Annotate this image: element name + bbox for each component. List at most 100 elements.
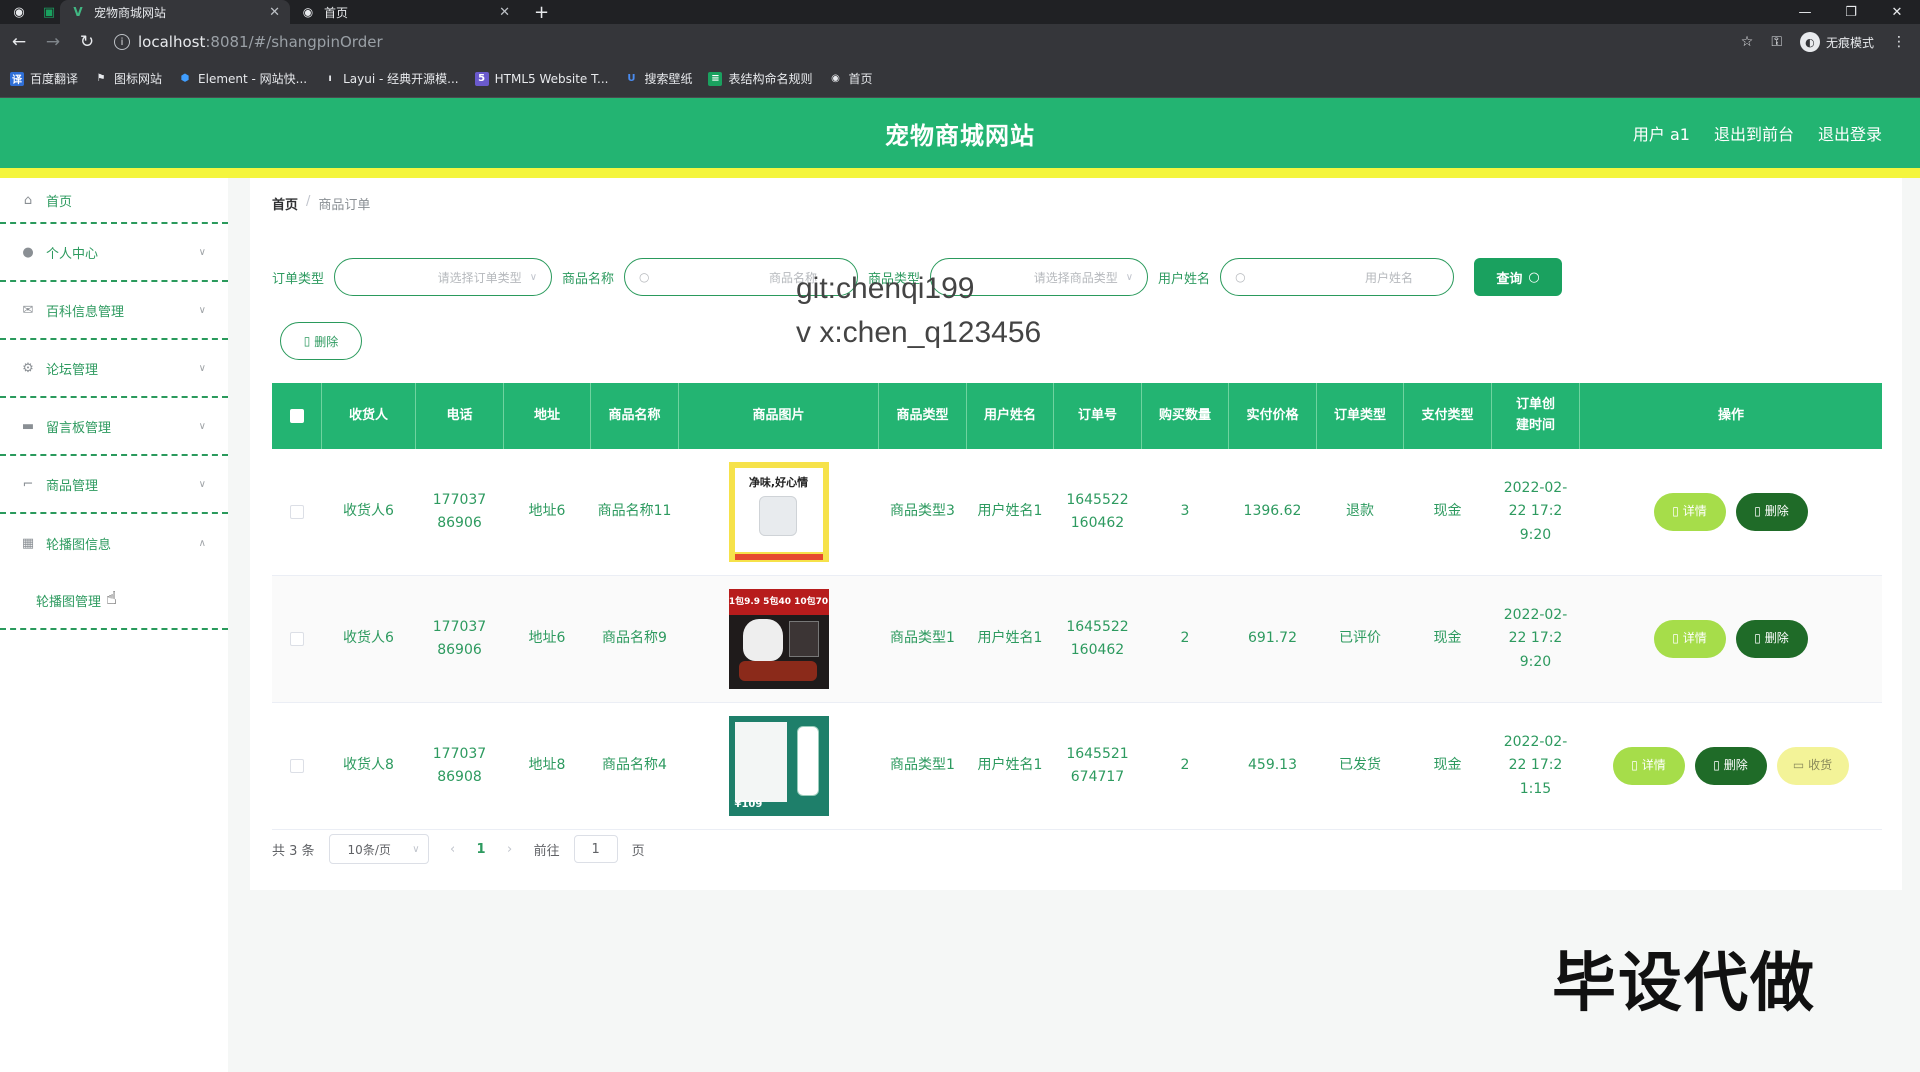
delete-label: 删除	[1764, 504, 1789, 519]
orders-table: 收货人 电话 地址 商品名称 商品图片 商品类型 用户姓名 订单号 购买数量 实…	[272, 383, 1882, 830]
cell-actions: ▯ 详情 ▯ 删除 ▭ 收货	[1580, 703, 1882, 829]
chevron-down-icon: ∨	[198, 362, 206, 374]
reload-icon[interactable]: ↻	[72, 32, 102, 52]
detail-label: 详情	[1682, 631, 1707, 646]
close-icon[interactable]: ✕	[499, 5, 510, 20]
bookmark-item[interactable]: ≡ 表结构命名规则	[708, 70, 812, 87]
bookmark-item[interactable]: 5 HTML5 Website T...	[474, 71, 608, 86]
query-button[interactable]: 查询 ○	[1474, 258, 1563, 296]
bookmark-item[interactable]: U 搜索壁纸	[624, 70, 692, 87]
tab-title: 首页	[324, 5, 349, 20]
sidebar: ⌂ 首页 ● 个人中心 ∨ ✉ 百科信息管理 ∨ ⚙ 论坛管理 ∨ ▬ 留言板管…	[0, 178, 228, 1072]
product-image[interactable]: 净味,好心情	[728, 462, 829, 562]
bookmark-item[interactable]: ⬢ Element - 网站快...	[178, 70, 307, 87]
window-close-icon[interactable]: ✕	[1874, 5, 1920, 20]
username-input[interactable]: ○ 用户姓名	[1220, 258, 1455, 296]
product-image[interactable]: 1包9.9 5包40 10包70	[728, 589, 829, 689]
bookmark-item[interactable]: ◉ 首页	[828, 70, 872, 87]
table-icon: ≡	[708, 71, 723, 86]
chrome-menu-icon[interactable]: ◉	[8, 1, 30, 23]
briefcase-icon: ▬	[21, 418, 35, 434]
tab-pet-shop[interactable]: V 宠物商城网站 ✕	[60, 0, 290, 24]
wallpaper-icon: U	[627, 73, 636, 84]
minimize-icon[interactable]: —	[1782, 5, 1828, 20]
batch-delete-label: 删除	[314, 334, 339, 349]
cell-product-type: 商品类型3	[890, 503, 955, 520]
delete-button[interactable]: ▯ 删除	[1735, 620, 1808, 658]
detail-button[interactable]: ▯ 详情	[1653, 493, 1726, 531]
more-menu-icon[interactable]: ⋮	[1892, 34, 1906, 50]
column-header: 商品名称	[591, 383, 679, 449]
cell-username: 用户姓名1	[977, 757, 1043, 774]
pagination-total: 共 3 条	[272, 843, 315, 859]
cell-quantity: 3	[1180, 503, 1190, 520]
row-checkbox[interactable]	[289, 505, 304, 519]
info-icon[interactable]: i	[114, 34, 130, 50]
forward-icon[interactable]: →	[38, 32, 68, 52]
bookmark-item[interactable]: 译百度翻译	[10, 70, 78, 87]
delete-button[interactable]: ▯ 删除	[1694, 747, 1767, 785]
row-checkbox[interactable]	[289, 632, 304, 646]
page-number[interactable]: 1	[477, 842, 486, 857]
product-image[interactable]: ¥109	[728, 716, 829, 816]
dog-graphic	[742, 619, 783, 661]
address-bar[interactable]: i localhost :8081/#/shangpinOrder	[114, 28, 1741, 56]
sidebar-item-encyclopedia[interactable]: ✉ 百科信息管理 ∨	[0, 282, 228, 340]
incognito-icon: ◐	[1799, 32, 1820, 52]
close-icon[interactable]: ✕	[269, 5, 280, 20]
goto-page-input[interactable]: 1	[573, 835, 618, 863]
browser-toolbar: ← → ↻ i localhost :8081/#/shangpinOrder …	[0, 24, 1920, 60]
browser-tab-strip: ◉ ▣ V 宠物商城网站 ✕ ◉ 首页 ✕ + — ❐ ✕	[0, 0, 1920, 24]
column-header: 订单类型	[1317, 383, 1404, 449]
detail-button[interactable]: ▯ 详情	[1653, 620, 1726, 658]
back-icon[interactable]: ←	[4, 32, 34, 52]
column-header: 商品类型	[879, 383, 967, 449]
breadcrumb-home[interactable]: 首页	[272, 194, 298, 213]
box-icon: ▭	[1792, 758, 1805, 773]
cell-price: 1396.62	[1243, 503, 1302, 520]
column-header: 用户姓名	[967, 383, 1054, 449]
bookmark-item[interactable]: ı Layui - 经典开源模...	[323, 70, 458, 87]
restore-icon[interactable]: ❐	[1828, 5, 1874, 20]
sidebar-subitem-carousel-manage[interactable]: 轮播图管理 ☝	[0, 572, 228, 630]
sidebar-item-forum[interactable]: ⚙ 论坛管理 ∨	[0, 340, 228, 398]
sidebar-item-profile[interactable]: ● 个人中心 ∨	[0, 224, 228, 282]
sidebar-item-home[interactable]: ⌂ 首页	[0, 178, 228, 224]
key-icon[interactable]: ⚿	[1771, 34, 1782, 50]
delete-label: 删除	[1723, 758, 1748, 773]
incognito-profile[interactable]: ◐ 无痕模式	[1799, 32, 1874, 52]
delete-button[interactable]: ▯ 删除	[1735, 493, 1808, 531]
receive-button[interactable]: ▭ 收货	[1776, 747, 1849, 785]
row-checkbox[interactable]	[289, 759, 304, 773]
row-select-cell	[272, 703, 322, 829]
app-tab-icon[interactable]: ▣	[38, 1, 60, 23]
new-tab-icon[interactable]: +	[534, 2, 549, 23]
prev-page-icon[interactable]: ‹	[443, 842, 463, 857]
batch-delete-button[interactable]: ▯ 删除	[280, 322, 362, 360]
cell-price: 459.13	[1248, 757, 1297, 774]
table-row: 收货人6 17703786906 地址6 商品名称9 1包9.9 5包40 10…	[272, 576, 1882, 703]
select-all-checkbox[interactable]	[289, 409, 304, 423]
breadcrumb: 首页 / 商品订单	[272, 194, 370, 213]
cell-product-name: 商品名称9	[602, 630, 667, 647]
query-button-label: 查询	[1496, 271, 1523, 287]
next-page-icon[interactable]: ›	[500, 842, 520, 857]
to-front-link[interactable]: 退出到前台	[1714, 121, 1794, 145]
bookmark-item[interactable]: ⚑ 图标网站	[94, 70, 163, 87]
logout-link[interactable]: 退出登录	[1818, 121, 1882, 145]
star-icon[interactable]: ☆	[1741, 34, 1754, 50]
crop-icon: ⌐	[22, 476, 34, 492]
order-type-select[interactable]: 请选择订单类型 ∨	[334, 258, 553, 296]
chevron-down-icon: ∨	[1125, 271, 1134, 283]
image-footer-bar	[734, 554, 823, 560]
tab-home[interactable]: ◉ 首页 ✕	[290, 0, 520, 24]
row-select-cell	[272, 576, 322, 702]
search-icon: ○	[1528, 269, 1540, 285]
sidebar-item-carousel[interactable]: ▦ 轮播图信息 ∧	[0, 514, 228, 572]
home-icon: ⌂	[23, 192, 33, 208]
sidebar-item-products[interactable]: ⌐ 商品管理 ∨	[0, 456, 228, 514]
cell-phone: 17703786906	[432, 491, 487, 531]
page-size-select[interactable]: 10条/页 ∨	[328, 834, 429, 864]
sidebar-item-messages[interactable]: ▬ 留言板管理 ∨	[0, 398, 228, 456]
detail-button[interactable]: ▯ 详情	[1612, 747, 1685, 785]
